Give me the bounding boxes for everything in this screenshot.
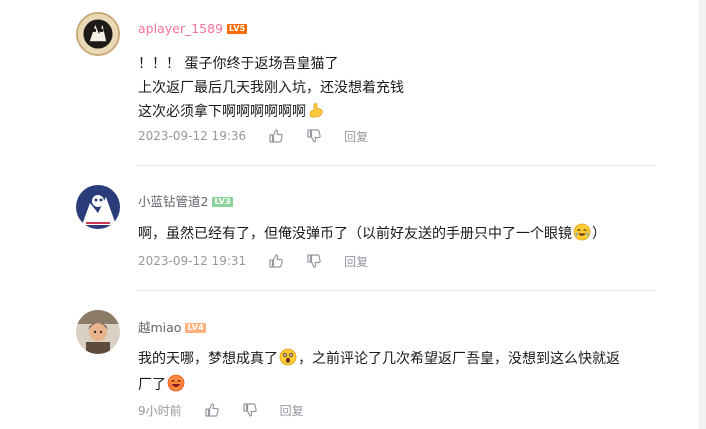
shocked-face-emoji [279,348,297,366]
comment-text: ！！！ 蛋子你终于返场吾皇猫了 上次返厂最后几天我刚入坑，还没想着充钱 这次必须… [138,52,404,124]
comment-line-text: 啊，虽然已经有了，但俺没弹币了（以前好友送的手册只中了一个眼镜 [138,226,572,242]
thumb-down-icon[interactable] [306,253,322,269]
avatar[interactable] [76,12,120,56]
happy-face-emoji [167,374,185,392]
comment-line: ！！！ 蛋子你终于返场吾皇猫了 [138,56,339,72]
avatar[interactable] [76,310,120,354]
tears-of-joy-emoji [573,223,591,241]
level-badge: LV3 [212,197,233,207]
username[interactable]: aplayer_1589 [138,20,223,38]
comment-line: 啊，虽然已经有了，但俺没弹币了（以前好友送的手册只中了一个眼镜 ） [138,222,606,246]
thumb-up-icon[interactable] [268,253,284,269]
comment-item: 越miao LV4 我的天哪，梦想成真了 ，之前评论了几次希望返厂吾皇，没想到这… [0,291,690,429]
comment-line-text: 我的天哪，梦想成真了 [138,351,278,367]
thumb-up-icon[interactable] [268,128,284,144]
reply-button[interactable]: 回复 [344,128,368,145]
comment-time: 2023-09-12 19:36 [138,129,247,143]
comment-time: 9小时前 [138,403,182,418]
comment-item: 小蓝钻管道2 LV3 啊，虽然已经有了，但俺没弹币了（以前好友送的手册只中了一个… [0,166,690,290]
comment-time: 2023-09-12 19:31 [138,254,247,268]
flexed-biceps-emoji [307,101,325,119]
comment-line-text: 厂了 [138,377,166,393]
username[interactable]: 小蓝钻管道2 [138,193,208,211]
comment-line-text: ，之前评论了几次希望返厂吾皇，没想到这么快就返 [298,351,620,367]
comment-line-text: 这次必须拿下啊啊啊啊啊啊 [138,104,306,120]
comment-line: 我的天哪，梦想成真了 ，之前评论了几次希望返厂吾皇，没想到这么快就返 [138,346,620,372]
thumb-down-icon[interactable] [242,402,258,418]
comment-item: aplayer_1589 LV5 ！！！ 蛋子你终于返场吾皇猫了 上次返厂最后几… [0,0,690,165]
comment-text: 啊，虽然已经有了，但俺没弹币了（以前好友送的手册只中了一个眼镜 ） [138,222,606,246]
avatar[interactable] [76,185,120,229]
comment-line: 上次返厂最后几天我刚入坑，还没想着充钱 [138,80,404,96]
thumb-down-icon[interactable] [306,128,322,144]
reply-button[interactable]: 回复 [344,253,368,270]
scrollbar[interactable] [699,0,706,429]
comment-line-text: ） [592,226,606,242]
username[interactable]: 越miao [138,319,181,337]
level-badge: LV5 [227,24,248,34]
reply-button[interactable]: 回复 [280,402,304,419]
comment-text: 我的天哪，梦想成真了 ，之前评论了几次希望返厂吾皇，没想到这么快就返 厂了 [138,346,620,398]
comment-line: 厂了 [138,372,620,398]
comment-line: 这次必须拿下啊啊啊啊啊啊 [138,100,404,124]
level-badge: LV4 [185,323,206,333]
thumb-up-icon[interactable] [204,402,220,418]
